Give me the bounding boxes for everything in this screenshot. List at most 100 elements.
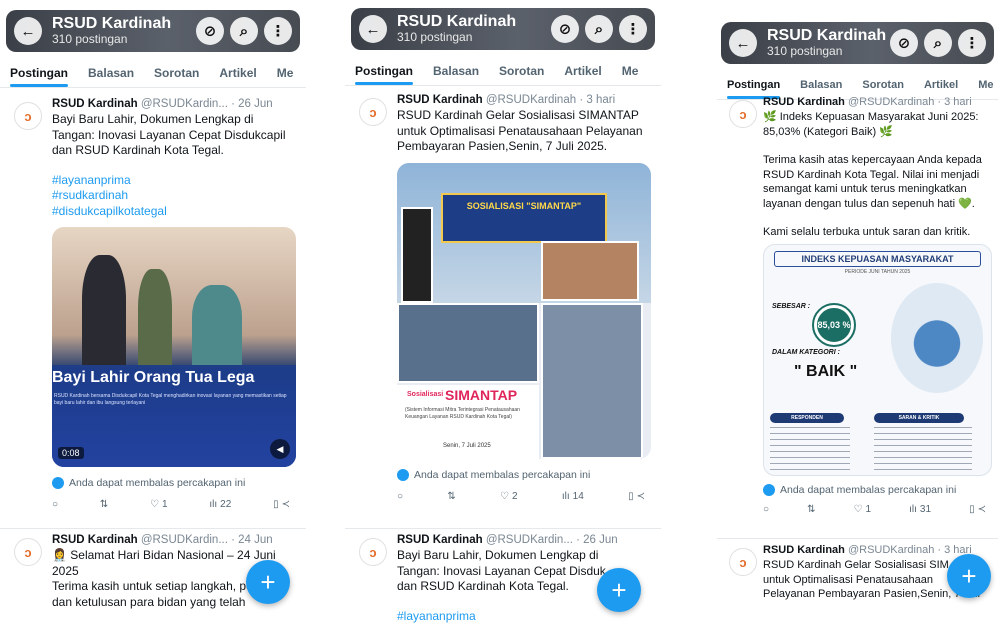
profile-tabs: Postingan Balasan Sorotan Artikel Me	[345, 56, 661, 86]
repost-button[interactable]: ⇅	[100, 499, 108, 510]
ikm-title: INDEKS KEPUASAN MASYARAKAT	[774, 250, 981, 267]
views-button[interactable]: ılı 14	[562, 491, 584, 502]
ikm-sebesar-label: SEBESAR :	[772, 302, 811, 310]
avatar[interactable]: ↄ	[729, 100, 757, 128]
heart-icon: ♡	[853, 503, 863, 515]
bookmark-button[interactable]: ▯ ≺	[628, 491, 645, 502]
grok-icon[interactable]: ⊘	[890, 29, 918, 57]
tab-media[interactable]: Me	[267, 58, 304, 87]
ikm-kategori-label: DALAM KATEGORI :	[772, 348, 840, 356]
grok-icon[interactable]: ⊘	[196, 17, 224, 45]
post-image[interactable]: SOSIALISASI "SIMANTAP" Sosialisasi SIMAN…	[397, 162, 651, 459]
tab-balasan[interactable]: Balasan	[790, 70, 852, 99]
reply-permission-icon	[397, 468, 409, 481]
more-vertical-icon[interactable]: ⋮	[264, 17, 292, 45]
post-image[interactable]: INDEKS KEPUASAN MASYARAKAT PERIODE JUNI …	[763, 243, 992, 476]
tab-balasan[interactable]: Balasan	[78, 58, 144, 87]
author-handle: @RSUDKardinah	[847, 96, 935, 108]
tab-balasan[interactable]: Balasan	[423, 56, 489, 85]
author-name[interactable]: RSUD Kardinah	[397, 534, 483, 546]
responden-details	[770, 426, 850, 471]
share-icon[interactable]: ≺	[637, 491, 645, 502]
post-time: · 3 hari	[937, 96, 972, 108]
reply-button[interactable]: ○	[52, 499, 58, 510]
divider	[345, 528, 661, 529]
bookmark-icon: ▯	[628, 490, 634, 502]
search-icon[interactable]: ⌕	[230, 17, 258, 45]
person-figure	[82, 255, 126, 365]
tab-sorotan[interactable]: Sorotan	[852, 70, 914, 99]
hashtag-link[interactable]: #disdukcapilkotategal	[52, 204, 296, 220]
tab-sorotan[interactable]: Sorotan	[489, 56, 554, 85]
screenshot-panel-2: ← RSUD Kardinah 310 postingan ⊘ ⌕ ⋮ Post…	[345, 0, 661, 627]
back-arrow-icon[interactable]: ←	[14, 17, 42, 45]
saran-details	[874, 426, 972, 471]
ikm-score: 85,03 %	[812, 302, 856, 347]
author-name[interactable]: RSUD Kardinah	[763, 544, 845, 556]
repost-button[interactable]: ⇅	[447, 491, 455, 502]
tab-postingan[interactable]: Postingan	[0, 58, 78, 87]
more-vertical-icon[interactable]: ⋮	[619, 15, 647, 43]
compose-button[interactable]: +	[947, 554, 991, 598]
divider	[717, 538, 998, 539]
reply-button[interactable]: ○	[763, 504, 769, 515]
search-icon[interactable]: ⌕	[924, 29, 952, 57]
views-button[interactable]: ılı 31	[909, 504, 931, 515]
compose-button[interactable]: +	[597, 568, 641, 612]
author-name[interactable]: RSUD Kardinah	[52, 534, 138, 546]
post-text: Kami selalu terbuka untuk saran dan krit…	[763, 226, 971, 238]
avatar[interactable]: ↄ	[359, 98, 387, 126]
search-icon[interactable]: ⌕	[585, 15, 613, 43]
bookmark-button[interactable]: ▯ ≺	[273, 499, 290, 510]
tab-sorotan[interactable]: Sorotan	[144, 58, 209, 87]
more-vertical-icon[interactable]: ⋮	[958, 29, 986, 57]
like-button[interactable]: ♡ 1	[150, 499, 168, 510]
repost-button[interactable]: ⇅	[807, 504, 815, 515]
hashtag-link[interactable]: #layananprima	[52, 173, 296, 189]
post-count: 310 postingan	[52, 32, 128, 47]
tab-media[interactable]: Me	[612, 56, 649, 85]
share-icon[interactable]: ≺	[282, 499, 290, 510]
grok-icon[interactable]: ⊘	[551, 15, 579, 43]
tab-artikel[interactable]: Artikel	[914, 70, 968, 99]
tab-postingan[interactable]: Postingan	[345, 56, 423, 85]
reply-permission-icon	[52, 477, 64, 489]
avatar[interactable]: ↄ	[359, 538, 387, 566]
video-duration: 0:08	[58, 447, 84, 459]
views-button[interactable]: ılı 22	[209, 499, 231, 510]
profile-header: ← RSUD Kardinah 310 postingan ⊘ ⌕ ⋮	[351, 8, 655, 50]
hashtag-link[interactable]: #rsudkardinah	[52, 188, 296, 204]
back-arrow-icon[interactable]: ←	[359, 15, 387, 43]
volume-icon[interactable]: ◀	[270, 439, 290, 459]
ikm-period: PERIODE JUNI TAHUN 2025	[844, 268, 911, 275]
tab-artikel[interactable]: Artikel	[554, 56, 611, 85]
compose-button[interactable]: +	[246, 560, 290, 604]
share-icon[interactable]: ≺	[978, 504, 986, 515]
tab-postingan[interactable]: Postingan	[717, 70, 790, 99]
reply-button[interactable]: ○	[397, 491, 403, 502]
views-icon: ılı	[561, 490, 570, 502]
reply-notice: Anda dapat membalas percakapan ini	[780, 483, 957, 496]
bookmark-icon: ▯	[273, 499, 279, 510]
avatar[interactable]: ↄ	[729, 548, 757, 576]
author-name[interactable]: RSUD Kardinah	[52, 98, 138, 110]
avatar[interactable]: ↄ	[14, 102, 42, 130]
post-video[interactable]: Bayi Lahir Orang Tua Lega RSUD Kardinah …	[52, 227, 296, 467]
back-arrow-icon[interactable]: ←	[729, 29, 757, 57]
post-text: Terima kasih atas kepercayaan Anda kepad…	[763, 154, 982, 210]
author-name[interactable]: RSUD Kardinah	[397, 94, 483, 106]
avatar[interactable]: ↄ	[14, 538, 42, 566]
person-figure	[138, 269, 172, 365]
screenshot-panel-1: ← RSUD Kardinah 310 postingan ⊘ ⌕ ⋮ Post…	[0, 0, 306, 627]
reply-icon: ○	[763, 503, 770, 515]
image-screen: SOSIALISASI "SIMANTAP"	[441, 192, 607, 243]
bookmark-button[interactable]: ▯ ≺	[969, 504, 986, 515]
profile-header: ← RSUD Kardinah 310 postingan ⊘ ⌕ ⋮	[6, 10, 300, 52]
author-name[interactable]: RSUD Kardinah	[763, 96, 845, 108]
post-count: 310 postingan	[767, 44, 843, 59]
like-button[interactable]: ♡ 1	[854, 504, 872, 515]
profile-tabs: Postingan Balasan Sorotan Artikel Me	[0, 58, 306, 88]
tab-media[interactable]: Me	[968, 70, 998, 99]
tab-artikel[interactable]: Artikel	[209, 58, 266, 87]
like-button[interactable]: ♡ 2	[500, 491, 518, 502]
